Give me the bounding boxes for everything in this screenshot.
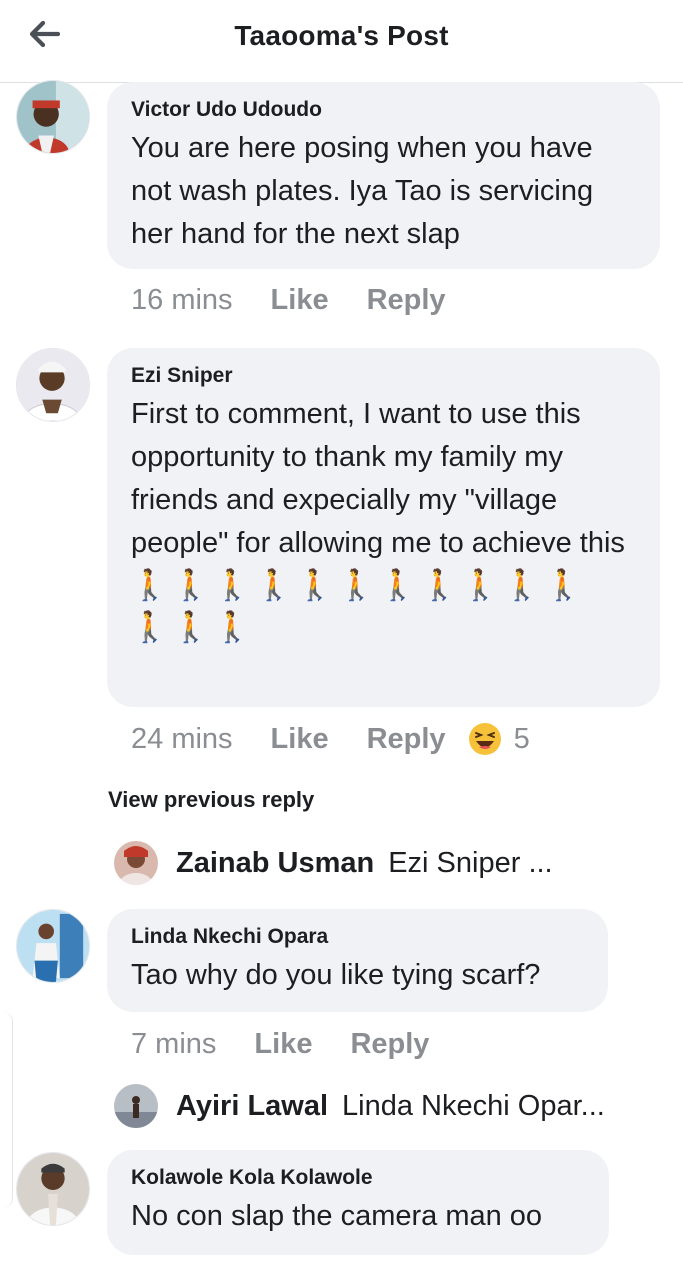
- comment-time[interactable]: 7 mins: [131, 1028, 216, 1061]
- comment-author[interactable]: Victor Udo Udoudo: [131, 97, 636, 123]
- reply-preview[interactable]: Ayiri Lawal Linda Nkechi Opar...: [114, 1084, 605, 1128]
- comment-bubble[interactable]: Ezi Sniper First to comment, I want to u…: [107, 348, 660, 707]
- reaction-count: 5: [513, 722, 530, 755]
- reply-author: Ayiri Lawal: [176, 1089, 329, 1122]
- avatar[interactable]: [16, 1152, 90, 1226]
- reaction-summary[interactable]: 5: [468, 722, 530, 756]
- reply-snippet: Ezi Sniper ...: [388, 846, 553, 879]
- comment-text: First to comment, I want to use this opp…: [131, 398, 625, 559]
- reply-author: Zainab Usman: [176, 846, 375, 879]
- comment-author[interactable]: Linda Nkechi Opara: [131, 924, 584, 950]
- walking-emoji-row: 🚶🚶🚶🚶🚶🚶🚶🚶🚶🚶🚶: [131, 569, 586, 602]
- like-button[interactable]: Like: [271, 723, 329, 756]
- reply-snippet: Linda Nkechi Opar...: [342, 1089, 605, 1122]
- comment-bubble[interactable]: Kolawole Kola Kolawole No con slap the c…: [107, 1150, 609, 1255]
- avatar: [114, 1084, 158, 1128]
- comment-text: No con slap the camera man oo: [131, 1200, 543, 1232]
- comment-actions: 24 mins Like Reply 5: [131, 722, 530, 756]
- scroll-edge: [0, 1012, 13, 1208]
- reply-button[interactable]: Reply: [367, 284, 446, 317]
- comment-time[interactable]: 16 mins: [131, 284, 233, 317]
- comment-bubble[interactable]: Victor Udo Udoudo You are here posing wh…: [107, 82, 660, 269]
- like-button[interactable]: Like: [254, 1028, 312, 1061]
- avatar[interactable]: [16, 909, 90, 983]
- reply-preview[interactable]: Zainab Usman Ezi Sniper ...: [114, 841, 553, 885]
- comment-text: You are here posing when you have not wa…: [131, 132, 594, 250]
- comment-bubble[interactable]: Linda Nkechi Opara Tao why do you like t…: [107, 909, 608, 1012]
- laughing-emoji-icon: [468, 723, 501, 755]
- comment-author[interactable]: Kolawole Kola Kolawole: [131, 1165, 585, 1191]
- comment-author[interactable]: Ezi Sniper: [131, 363, 636, 389]
- avatar[interactable]: [16, 348, 90, 422]
- view-previous-reply-link[interactable]: View previous reply: [108, 787, 314, 813]
- comment-actions: 7 mins Like Reply: [131, 1028, 429, 1061]
- page-title: Taaooma's Post: [234, 20, 449, 51]
- avatar[interactable]: [16, 80, 90, 154]
- avatar: [114, 841, 158, 885]
- reply-button[interactable]: Reply: [350, 1028, 429, 1061]
- comment-text: Tao why do you like tying scarf?: [131, 959, 541, 991]
- like-button[interactable]: Like: [271, 284, 329, 317]
- comment-actions: 16 mins Like Reply: [131, 284, 446, 317]
- reply-button[interactable]: Reply: [367, 723, 446, 756]
- post-header: Taaooma's Post: [0, 0, 683, 83]
- comment-time[interactable]: 24 mins: [131, 723, 233, 756]
- walking-emoji-row: 🚶🚶🚶: [131, 611, 256, 644]
